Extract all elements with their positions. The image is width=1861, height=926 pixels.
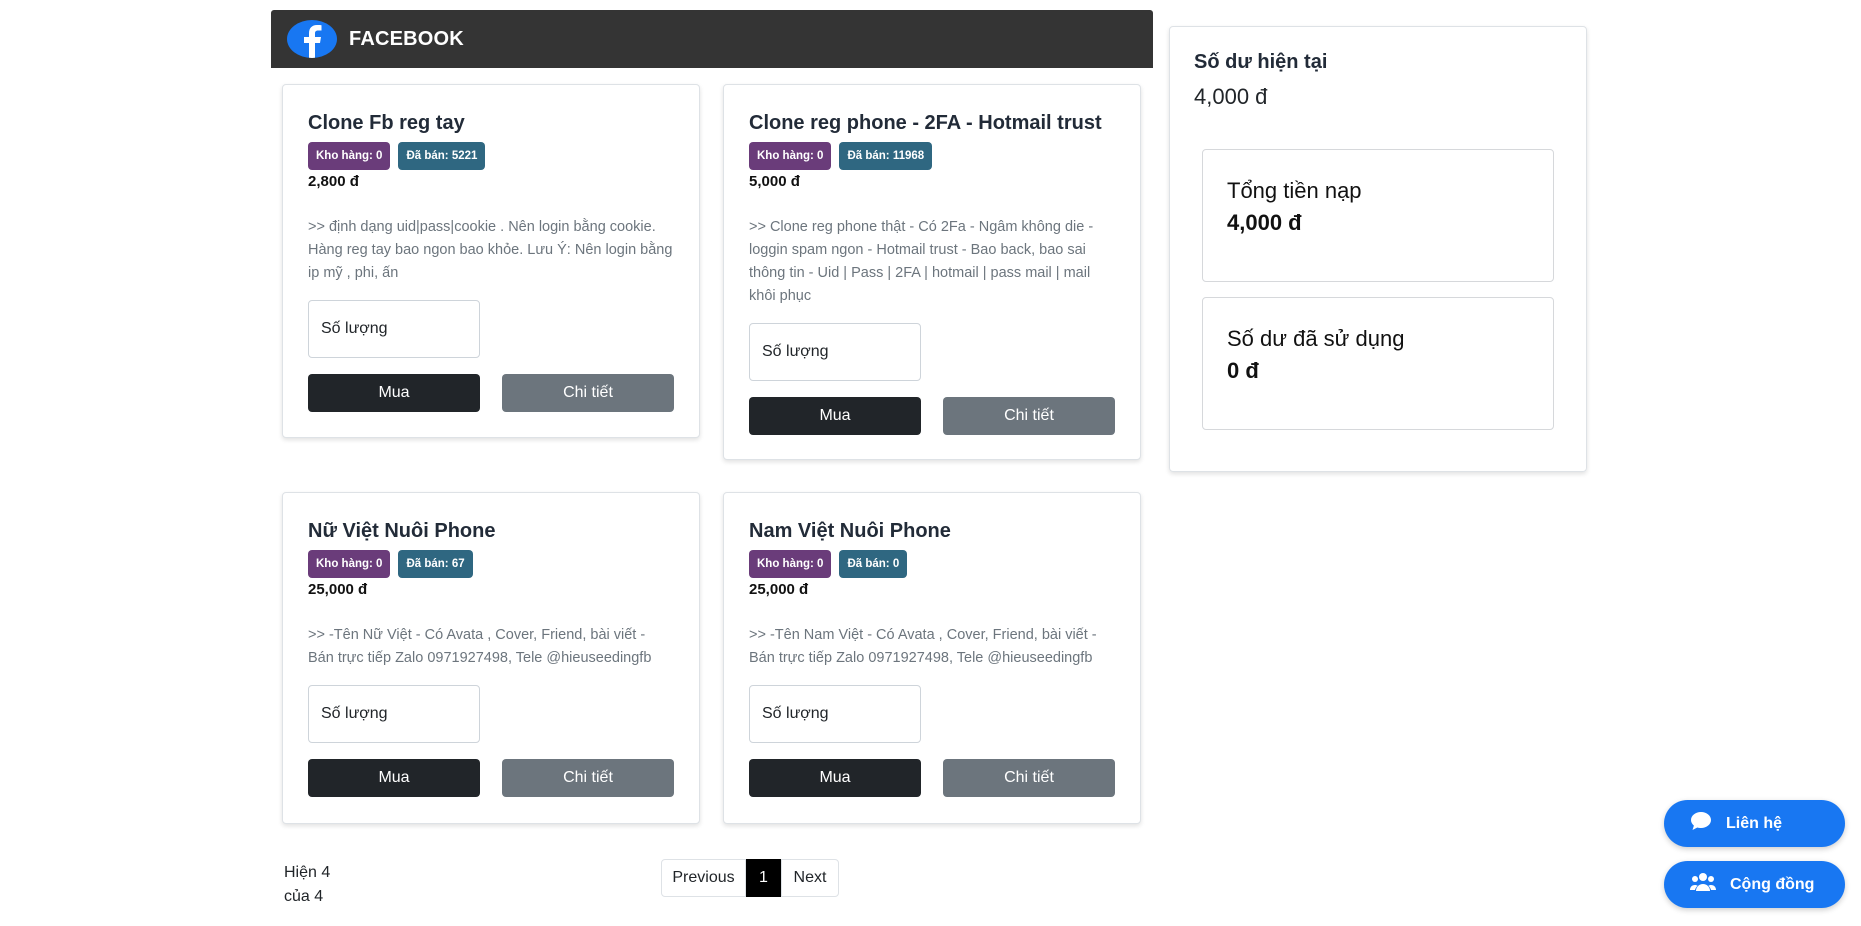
sold-badge: Đã bán: 5221 [398, 142, 486, 170]
balance-value: 4,000 đ [1194, 84, 1268, 109]
next-page-button[interactable]: Next [781, 859, 839, 897]
sold-badge: Đã bán: 0 [839, 550, 908, 578]
used-balance-value: 0 đ [1227, 358, 1259, 383]
previous-page-button[interactable]: Previous [661, 859, 746, 897]
category-title: FACEBOOK [349, 27, 464, 50]
balance-title: Số dư hiện tại [1194, 51, 1328, 73]
product-card: Clone Fb reg tay Kho hàng: 0 Đã bán: 522… [282, 84, 700, 438]
product-name: Nam Việt Nuôi Phone [749, 520, 951, 542]
pagination-info: Hiện 4 của 4 [284, 861, 330, 909]
product-card: Nam Việt Nuôi Phone Kho hàng: 0 Đã bán: … [723, 492, 1141, 824]
product-card: Nữ Việt Nuôi Phone Kho hàng: 0 Đã bán: 6… [282, 492, 700, 824]
quantity-input[interactable] [749, 685, 921, 743]
used-balance-label: Số dư đã sử dụng [1227, 326, 1405, 351]
quantity-input[interactable] [308, 685, 480, 743]
sold-badge: Đã bán: 67 [398, 550, 473, 578]
buy-button[interactable]: Mua [308, 374, 480, 412]
product-name: Clone reg phone - 2FA - Hotmail trust [749, 112, 1102, 134]
product-price: 2,800 đ [308, 173, 359, 190]
used-balance-box: Số dư đã sử dụng 0 đ [1202, 297, 1554, 430]
quantity-input[interactable] [308, 300, 480, 358]
product-price: 25,000 đ [749, 581, 809, 598]
category-header: FACEBOOK [271, 10, 1153, 68]
quantity-input[interactable] [749, 323, 921, 381]
balance-panel: Số dư hiện tại 4,000 đ Tổng tiền nạp 4,0… [1169, 26, 1587, 472]
detail-button[interactable]: Chi tiết [502, 374, 674, 412]
product-description: >> -Tên Nữ Việt - Có Avata , Cover, Frie… [308, 627, 652, 666]
product-description: >> Clone reg phone thật - Có 2Fa - Ngâm … [749, 219, 1094, 304]
buy-button[interactable]: Mua [308, 759, 480, 797]
pagination-info-total: của 4 [284, 888, 324, 905]
detail-button[interactable]: Chi tiết [943, 397, 1115, 435]
facebook-logo-icon [287, 20, 337, 58]
product-name: Clone Fb reg tay [308, 112, 465, 134]
product-price: 5,000 đ [749, 173, 800, 190]
product-price: 25,000 đ [308, 581, 368, 598]
detail-button[interactable]: Chi tiết [502, 759, 674, 797]
contact-button[interactable]: Liên hệ [1664, 800, 1845, 847]
pagination: Previous 1 Next [661, 859, 839, 897]
sold-badge: Đã bán: 11968 [839, 142, 933, 170]
total-deposit-label: Tổng tiền nạp [1227, 178, 1362, 203]
community-label: Cộng đồng [1730, 875, 1815, 893]
users-group-icon [1690, 872, 1716, 897]
page-1-button[interactable]: 1 [746, 859, 781, 897]
stock-badge: Kho hàng: 0 [308, 550, 391, 578]
community-button[interactable]: Cộng đồng [1664, 861, 1845, 908]
buy-button[interactable]: Mua [749, 397, 921, 435]
stock-badge: Kho hàng: 0 [308, 142, 391, 170]
contact-label: Liên hệ [1726, 814, 1783, 832]
detail-button[interactable]: Chi tiết [943, 759, 1115, 797]
product-description: >> định dạng uid|pass|cookie . Nên login… [308, 219, 673, 281]
total-deposit-box: Tổng tiền nạp 4,000 đ [1202, 149, 1554, 282]
pagination-info-shown: Hiện 4 [284, 864, 331, 881]
stock-badge: Kho hàng: 0 [749, 142, 832, 170]
buy-button[interactable]: Mua [749, 759, 921, 797]
product-name: Nữ Việt Nuôi Phone [308, 520, 496, 542]
stock-badge: Kho hàng: 0 [749, 550, 832, 578]
total-deposit-value: 4,000 đ [1227, 210, 1302, 235]
chat-bubble-icon [1690, 811, 1712, 836]
product-description: >> -Tên Nam Việt - Có Avata , Cover, Fri… [749, 627, 1097, 666]
product-card: Clone reg phone - 2FA - Hotmail trust Kh… [723, 84, 1141, 460]
